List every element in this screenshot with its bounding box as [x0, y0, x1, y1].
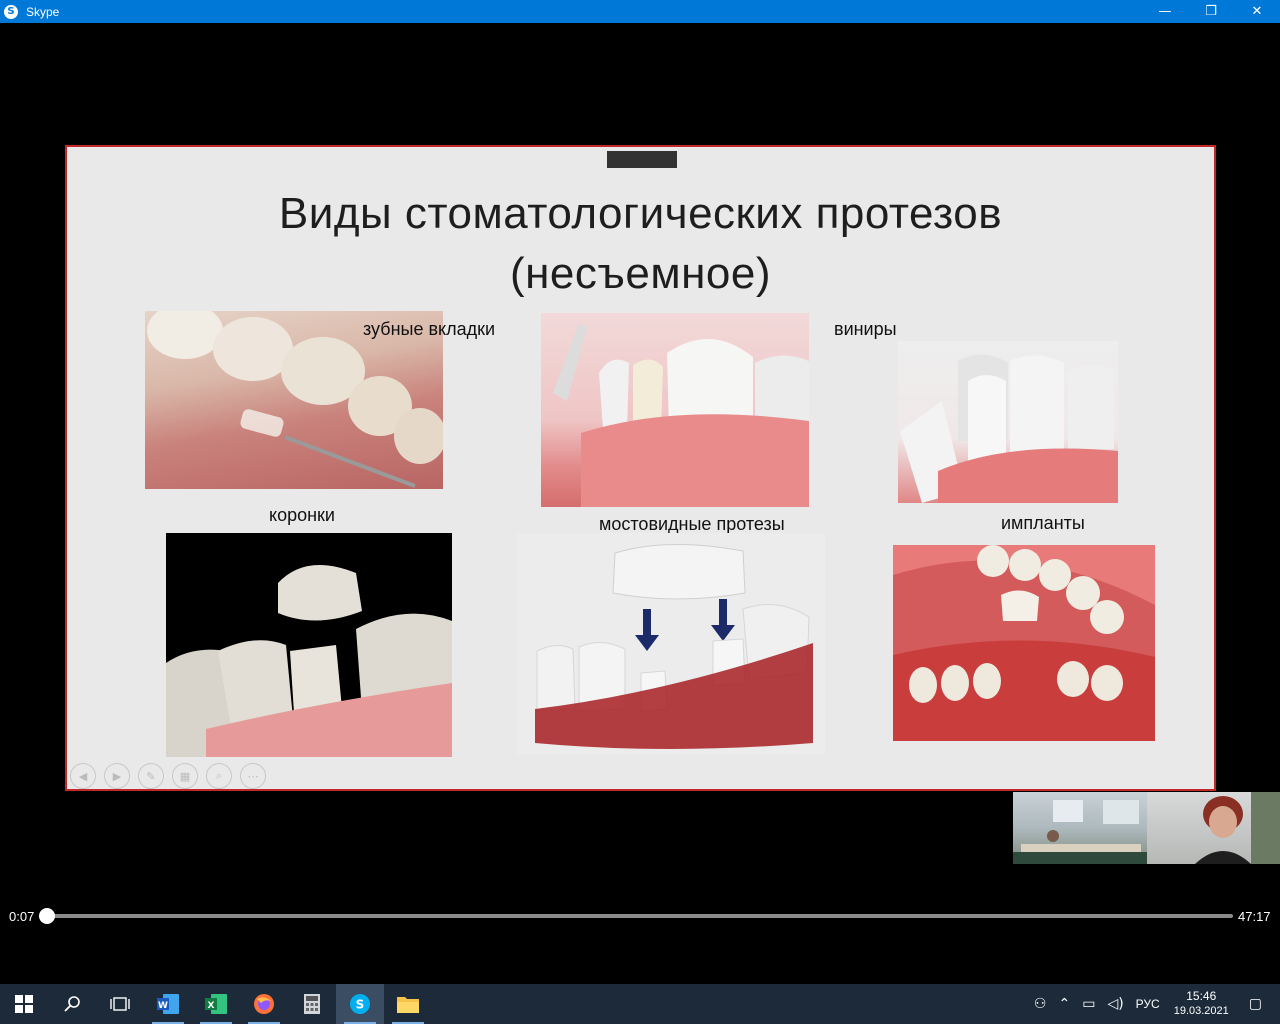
label-implants: импланты: [1001, 513, 1085, 533]
label-crowns: коронки: [269, 505, 335, 525]
file-explorer-icon[interactable]: [384, 984, 432, 1024]
slide-title-line-1: Виды стоматологических протезов: [278, 189, 1003, 238]
label-veneers: виниры: [834, 319, 897, 339]
window-controls: — ❐ ✕: [1142, 0, 1280, 23]
notifications-icon[interactable]: ▢: [1249, 996, 1262, 1012]
taskbar-clock[interactable]: 15:46 19.03.2021: [1174, 989, 1229, 1019]
zoom-icon[interactable]: ⌕: [206, 763, 232, 789]
clock-date: 19.03.2021: [1173, 1005, 1229, 1017]
shared-slide: Виды стоматологических протезов (несъемн…: [65, 145, 1216, 791]
skype-icon: S: [4, 4, 18, 19]
current-time: 0:07: [9, 909, 35, 924]
svg-text:W: W: [158, 1001, 168, 1011]
search-icon[interactable]: [48, 984, 96, 1024]
network-icon[interactable]: ▭: [1082, 996, 1095, 1012]
chevron-up-icon[interactable]: ⌃: [1058, 996, 1070, 1012]
pen-icon[interactable]: ✎: [138, 763, 164, 789]
implants-image: [893, 545, 1155, 741]
system-tray: ⚇ ⌃ ▭ ◁) РУС 15:46 19.03.2021 ▢: [1028, 984, 1280, 1024]
word-icon[interactable]: W: [144, 984, 192, 1024]
windows-start-icon[interactable]: [0, 984, 48, 1024]
calculator-icon[interactable]: [288, 984, 336, 1024]
slides-icon[interactable]: ▦: [172, 763, 198, 789]
clock-time: 15:46: [1186, 989, 1217, 1003]
prev-icon[interactable]: ◀: [70, 763, 96, 789]
window-titlebar: S Skype — ❐ ✕: [0, 0, 1280, 23]
close-button[interactable]: ✕: [1234, 0, 1280, 23]
participant-video-classroom[interactable]: [1013, 792, 1147, 864]
svg-text:X: X: [208, 1001, 215, 1011]
slide-top-bar: [607, 151, 677, 168]
window-title: Skype: [26, 4, 60, 19]
veneer-image: [541, 313, 809, 507]
total-time: 47:17: [1238, 909, 1271, 924]
bridges-image: [517, 533, 825, 755]
progress-knob[interactable]: [39, 908, 55, 924]
skype-icon[interactable]: S: [336, 984, 384, 1024]
minimize-button[interactable]: —: [1142, 0, 1188, 23]
crowns-image: [166, 533, 452, 757]
next-icon[interactable]: ▶: [104, 763, 130, 789]
language-indicator[interactable]: РУС: [1136, 997, 1160, 1011]
svg-text:S: S: [356, 998, 365, 1012]
label-bridges: мостовидные протезы: [599, 514, 785, 534]
progress-track[interactable]: [47, 914, 1233, 918]
people-icon[interactable]: ⚇: [1034, 996, 1047, 1012]
veneer-closeup-image: [898, 341, 1118, 503]
task-view-icon[interactable]: [96, 984, 144, 1024]
slide-title-line-2: (несъемное): [509, 249, 772, 298]
more-icon[interactable]: ⋯: [240, 763, 266, 789]
excel-icon[interactable]: X: [192, 984, 240, 1024]
participant-video-speaker[interactable]: [1147, 792, 1280, 864]
maximize-button[interactable]: ❐: [1188, 0, 1234, 23]
slide-navigation: ◀ ▶ ✎ ▦ ⌕ ⋯: [70, 763, 266, 789]
firefox-icon[interactable]: [240, 984, 288, 1024]
label-inlays: зубные вкладки: [363, 319, 496, 339]
volume-icon[interactable]: ◁): [1107, 996, 1123, 1012]
windows-taskbar: W X S ⚇ ⌃ ▭ ◁) РУС 15:46 19.03.2021 ▢: [0, 984, 1280, 1024]
